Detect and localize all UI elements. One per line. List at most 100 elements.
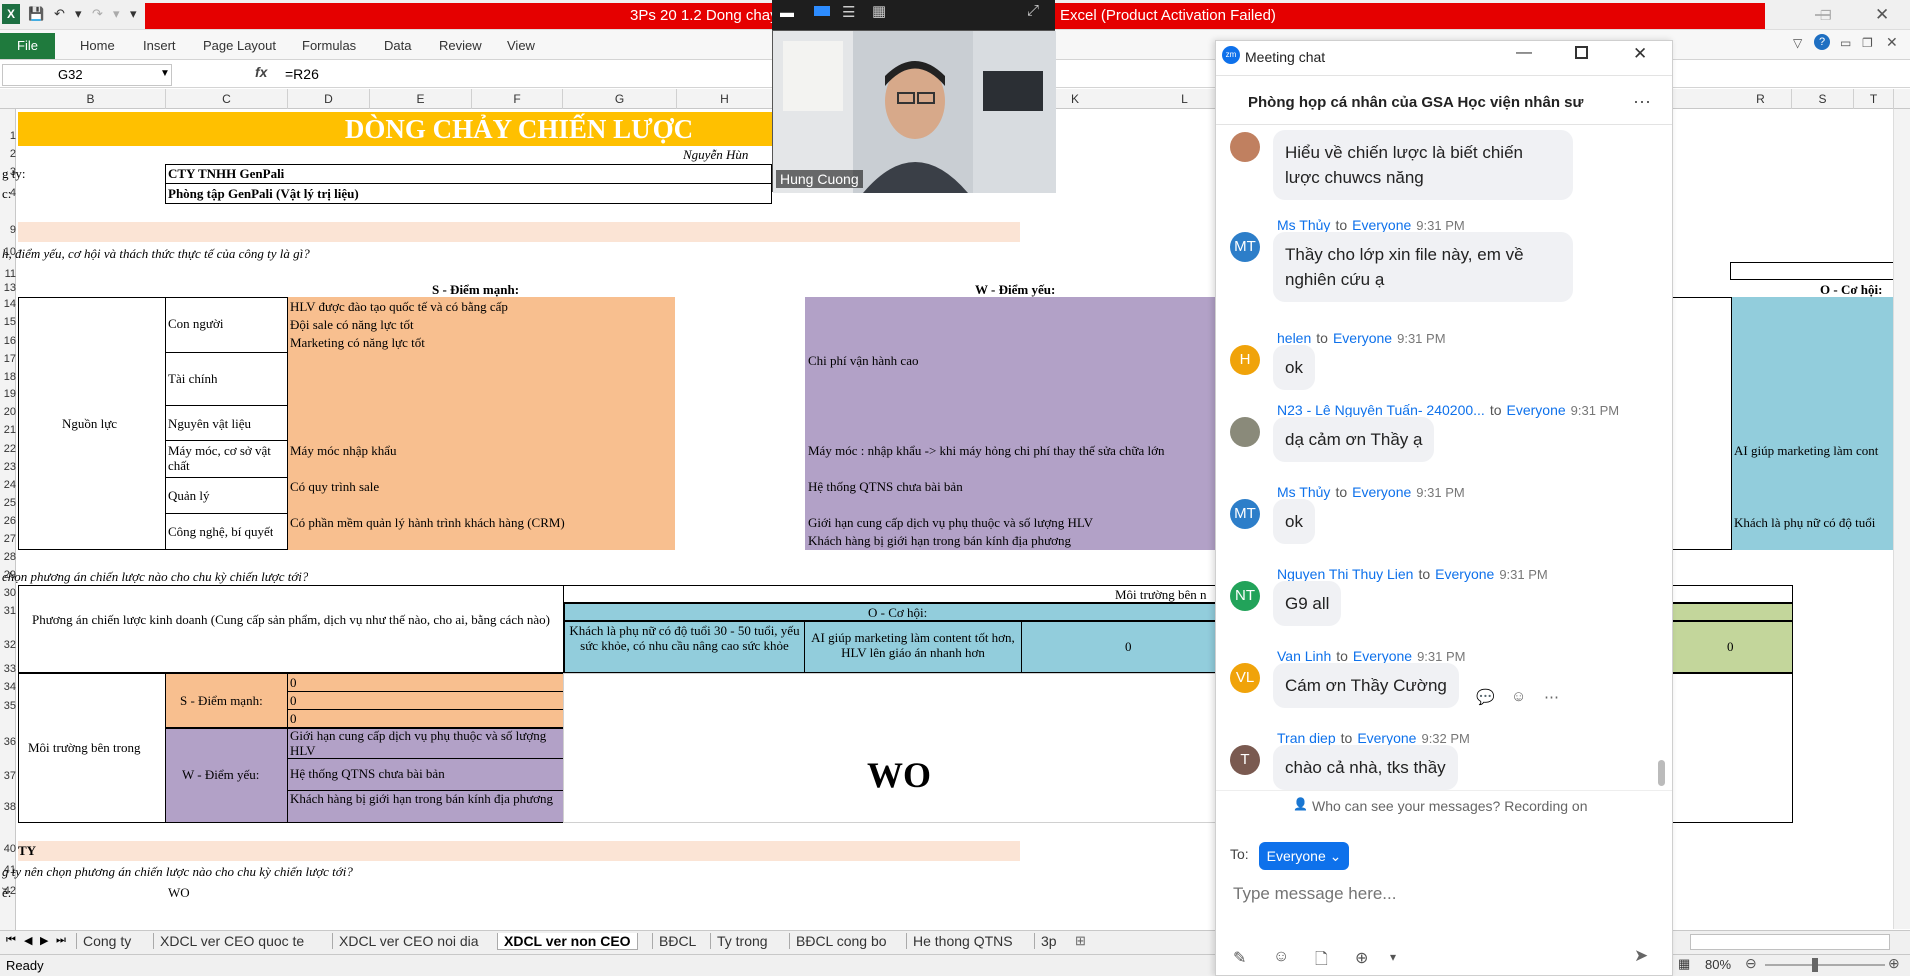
recipient-name[interactable]: Everyone — [1333, 330, 1392, 346]
w-value-1[interactable]: Giới hạn cung cấp dịch vụ phụ thuộc và s… — [290, 728, 562, 758]
screenshot-icon[interactable]: ⊕ — [1355, 948, 1368, 968]
column-header-b[interactable]: B — [16, 89, 166, 109]
prev-sheet-icon[interactable]: ◀ — [24, 934, 32, 947]
weakness-3[interactable]: Hệ thống QTNS chưa bài bản — [808, 479, 963, 495]
next-sheet-icon[interactable]: ▶ — [40, 934, 48, 947]
row-header[interactable]: 15 — [0, 316, 16, 328]
sheet-tab-xdcl-ceo-quoc-te[interactable]: XDCL ver CEO quoc te — [153, 933, 310, 949]
message-bubble[interactable]: Hiểu về chiến lược là biết chiến lược ch… — [1273, 130, 1573, 200]
chat-close-icon[interactable]: ✕ — [1633, 44, 1647, 64]
recipient-name[interactable]: Everyone — [1352, 217, 1411, 233]
weakness-5[interactable]: Khách hàng bị giới hạn trong bán kính đị… — [808, 533, 1071, 549]
w-value-3[interactable]: Khách hàng bị giới hạn trong bán kính đị… — [290, 791, 562, 822]
column-header-r[interactable]: R — [1730, 89, 1792, 109]
row-header[interactable]: 22 — [0, 443, 16, 455]
recipient-name[interactable]: Everyone — [1352, 484, 1411, 500]
row-header[interactable]: 20 — [0, 406, 16, 418]
row-header[interactable]: 27 — [0, 533, 16, 545]
last-sheet-icon[interactable]: ⏭ — [56, 934, 66, 947]
row-header[interactable]: 14 — [0, 298, 16, 310]
message-bubble[interactable]: Thầy cho lớp xin file này, em về nghiên … — [1273, 232, 1573, 302]
row-header[interactable]: 36 — [0, 736, 16, 748]
sender-name[interactable]: helen — [1277, 330, 1311, 346]
undo-icon[interactable]: ↶ — [54, 6, 65, 22]
more-actions-icon[interactable]: ⋯ — [1544, 688, 1559, 706]
chat-more-icon[interactable]: ⋯ — [1633, 92, 1651, 113]
column-header-e[interactable]: E — [370, 89, 472, 109]
undo-dropdown-icon[interactable]: ▾ — [75, 6, 82, 22]
row-header[interactable]: 16 — [0, 335, 16, 347]
chat-maximize-icon[interactable] — [1575, 46, 1588, 59]
s-value-1[interactable]: 0 — [290, 675, 297, 691]
participant-avatar[interactable]: T — [1230, 745, 1260, 775]
workbook-restore-icon[interactable]: ❐ — [1862, 36, 1873, 50]
sender-name[interactable]: Tran diep — [1277, 730, 1336, 746]
column-header-c[interactable]: C — [166, 89, 288, 109]
row-header[interactable]: 24 — [0, 479, 16, 491]
privacy-notice[interactable]: Who can see your messages? Recording on — [1312, 798, 1587, 814]
chat-minimize-icon[interactable]: — — [1516, 44, 1532, 62]
company-value[interactable]: CTY TNHH GenPali — [168, 166, 284, 182]
row-header[interactable]: 13 — [0, 282, 16, 294]
sender-name[interactable]: N23 - Lê Nguyên Tuấn- 240200... — [1277, 402, 1485, 418]
redo-icon[interactable]: ↷ — [92, 6, 103, 22]
column-header-k[interactable]: K — [1055, 89, 1095, 109]
participant-video[interactable] — [772, 30, 1056, 193]
tab-view[interactable]: View — [507, 38, 535, 53]
column-header-d[interactable]: D — [288, 89, 370, 109]
row-header[interactable]: 37 — [0, 770, 16, 782]
new-sheet-icon[interactable]: ⊞ — [1075, 933, 1086, 949]
workbook-minimize-icon[interactable]: ▭ — [1840, 36, 1851, 50]
sheet-tab-bdcl-cong-bo[interactable]: BĐCL cong bo — [789, 933, 893, 949]
react-icon[interactable]: ☺ — [1511, 688, 1526, 705]
row-header[interactable]: 35 — [0, 700, 16, 712]
screenshot-dropdown-icon[interactable]: ▾ — [1390, 950, 1396, 964]
ribbon-collapse-icon[interactable]: ▽ — [1793, 36, 1802, 50]
zoom-level[interactable]: 80% — [1705, 957, 1731, 972]
w-value-2[interactable]: Hệ thống QTNS chưa bài bản — [290, 766, 445, 782]
strength-4[interactable]: Máy móc nhập khẩu — [290, 443, 397, 459]
row-header[interactable]: 19 — [0, 388, 16, 400]
sender-name[interactable]: Nguyen Thi Thuy Lien — [1277, 566, 1413, 582]
formula-input[interactable]: =R26 — [285, 66, 319, 82]
file-icon[interactable]: 🗋 — [1315, 948, 1328, 975]
name-box-dropdown-icon[interactable]: ▼ — [160, 68, 170, 79]
emoji-icon[interactable]: ☺ — [1273, 948, 1289, 966]
restore-icon[interactable]: ❐ — [1820, 8, 1832, 24]
participant-avatar[interactable]: VL — [1230, 663, 1260, 693]
format-text-icon[interactable]: ✎ — [1233, 948, 1246, 968]
participant-avatar[interactable] — [1230, 417, 1260, 447]
help-icon[interactable]: ? — [1814, 34, 1830, 50]
row-header[interactable]: 18 — [0, 371, 16, 383]
zoom-slider-thumb[interactable] — [1812, 958, 1818, 972]
strength-5[interactable]: Có quy trình sale — [290, 479, 379, 495]
sheet-tab-xdcl-non-ceo[interactable]: XDCL ver non CEO — [497, 933, 638, 950]
weakness-4[interactable]: Giới hạn cung cấp dịch vụ phụ thuộc và s… — [808, 515, 1093, 531]
vertical-scrollbar[interactable] — [1893, 109, 1910, 929]
normal-view-icon[interactable]: ▦ — [1678, 956, 1690, 972]
strategy-label-cell[interactable] — [18, 585, 564, 673]
column-header-s[interactable]: S — [1792, 89, 1854, 109]
tab-page-layout[interactable]: Page Layout — [203, 38, 276, 53]
message-bubble[interactable]: Cám ơn Thầy Cường — [1273, 663, 1459, 708]
answer-value[interactable]: WO — [168, 885, 190, 901]
privacy-person-icon[interactable]: 👤 — [1293, 797, 1308, 811]
sender-name[interactable]: Van Linh — [1277, 648, 1331, 664]
row-header[interactable]: 40 — [0, 843, 16, 855]
row-header[interactable]: 1 — [0, 130, 16, 142]
row-header[interactable]: 17 — [0, 353, 16, 365]
recipient-name[interactable]: Everyone — [1353, 648, 1412, 664]
row-header[interactable]: 31 — [0, 605, 16, 617]
file-tab[interactable]: File — [0, 33, 55, 59]
gallery-grid-icon[interactable]: ▦ — [872, 2, 886, 20]
zoom-slider[interactable] — [1765, 964, 1885, 966]
s-value-2[interactable]: 0 — [290, 693, 297, 709]
workbook-close-icon[interactable]: ✕ — [1886, 34, 1898, 51]
message-bubble[interactable]: chào cả nhà, tks thầy — [1273, 745, 1458, 790]
name-box[interactable]: G32 — [2, 64, 172, 86]
redo-dropdown-icon[interactable]: ▾ — [113, 6, 120, 22]
opportunity-1[interactable]: AI giúp marketing làm cont — [1734, 443, 1910, 459]
message-bubble[interactable]: G9 all — [1273, 581, 1342, 626]
message-bubble[interactable]: ok — [1273, 499, 1315, 544]
tab-review[interactable]: Review — [439, 38, 482, 53]
